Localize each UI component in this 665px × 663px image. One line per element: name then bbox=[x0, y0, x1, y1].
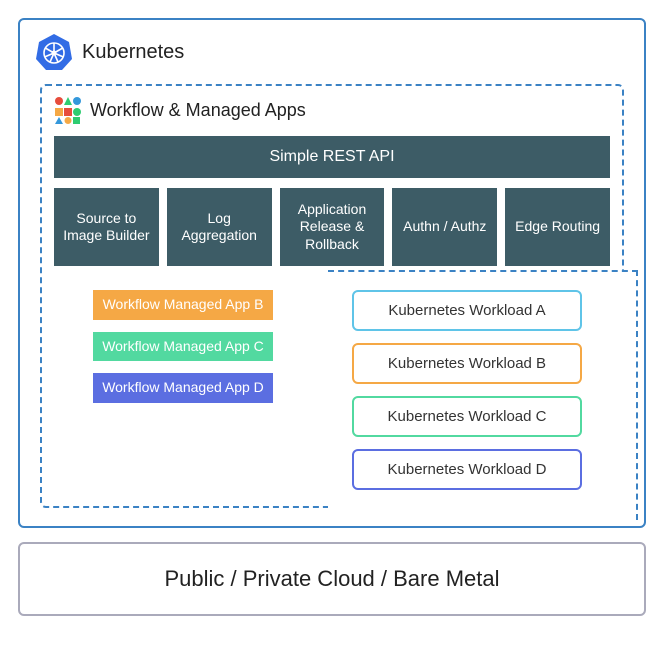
managed-app-b: Workflow Managed App B bbox=[93, 290, 273, 320]
workflow-header: Workflow & Managed Apps bbox=[54, 96, 610, 124]
workload-d: Kubernetes Workload D bbox=[352, 449, 582, 490]
component-log-aggregation: Log Aggregation bbox=[167, 188, 272, 266]
workload-a: Kubernetes Workload A bbox=[352, 290, 582, 331]
managed-app-c: Workflow Managed App C bbox=[93, 332, 273, 362]
components-row: Source to Image Builder Log Aggregation … bbox=[54, 188, 610, 266]
workflow-title: Workflow & Managed Apps bbox=[90, 100, 306, 121]
lower-section: Workflow Managed App B Workflow Managed … bbox=[54, 284, 610, 490]
workloads-column: Kubernetes Workload A Kubernetes Workloa… bbox=[352, 284, 610, 490]
workload-c: Kubernetes Workload C bbox=[352, 396, 582, 437]
component-authn-authz: Authn / Authz bbox=[392, 188, 497, 266]
kubernetes-header: Kubernetes bbox=[34, 32, 630, 72]
kubernetes-icon bbox=[34, 32, 74, 72]
cloud-footer: Public / Private Cloud / Bare Metal bbox=[18, 542, 646, 616]
workload-b: Kubernetes Workload B bbox=[352, 343, 582, 384]
managed-app-d: Workflow Managed App D bbox=[93, 373, 273, 403]
kubernetes-title: Kubernetes bbox=[82, 41, 184, 64]
managed-apps-column: Workflow Managed App B Workflow Managed … bbox=[54, 284, 312, 403]
component-edge-routing: Edge Routing bbox=[505, 188, 610, 266]
workflow-container: Workflow & Managed Apps Simple REST API … bbox=[40, 84, 624, 508]
workflow-shapes-icon bbox=[54, 96, 82, 124]
component-release-rollback: Application Release & Rollback bbox=[280, 188, 385, 266]
component-source-to-image: Source to Image Builder bbox=[54, 188, 159, 266]
kubernetes-container: Kubernetes Workflow & Managed Apps Simpl… bbox=[18, 18, 646, 528]
rest-api-bar: Simple REST API bbox=[54, 136, 610, 178]
